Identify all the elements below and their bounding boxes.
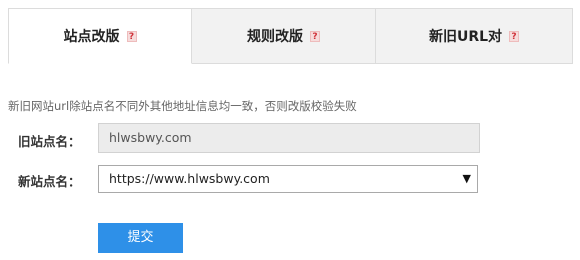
- new-site-label: 新站点名：: [18, 174, 81, 189]
- new-site-selected-value: https://www.hlwsbwy.com: [109, 171, 270, 186]
- tab-site-revision-label: 站点改版: [63, 29, 120, 45]
- dropdown-arrow-icon: ▼: [462, 172, 471, 185]
- tab-rule-revision[interactable]: 规则改版 ?: [192, 8, 376, 64]
- help-icon[interactable]: ?: [509, 30, 520, 42]
- submit-button[interactable]: 提交: [98, 223, 183, 253]
- tab-rule-revision-label: 规则改版: [247, 29, 303, 45]
- tab-bar: 站点改版 ? 规则改版 ? 新旧URL对 ?: [8, 8, 573, 64]
- tab-site-revision[interactable]: 站点改版 ?: [8, 8, 192, 64]
- old-site-field: hlwsbwy.com: [98, 123, 480, 153]
- old-site-label: 旧站点名：: [18, 134, 81, 149]
- help-icon[interactable]: ?: [126, 30, 137, 42]
- new-site-select[interactable]: https://www.hlwsbwy.com ▼: [98, 165, 478, 193]
- tab-url-mapping[interactable]: 新旧URL对 ?: [376, 8, 573, 64]
- old-site-value: hlwsbwy.com: [109, 130, 192, 145]
- help-icon[interactable]: ?: [310, 30, 320, 42]
- notice-text: 新旧网站url除站点名不同外其他地址信息均一致，否则改版校验失败: [8, 99, 357, 113]
- tab-url-mapping-label: 新旧URL对: [428, 29, 503, 45]
